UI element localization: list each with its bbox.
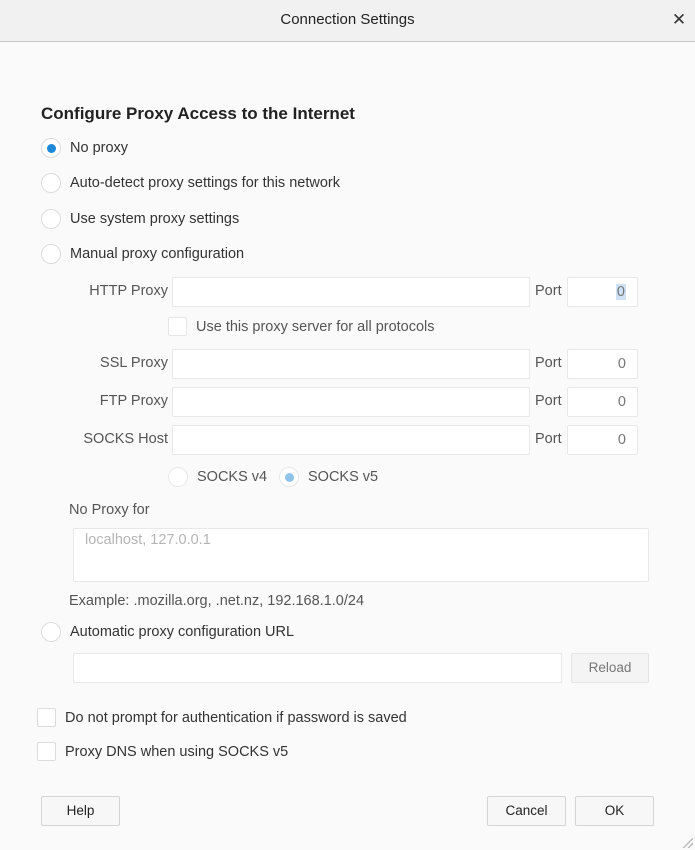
close-icon[interactable]: ✕ <box>669 10 689 30</box>
ftp-port-input[interactable]: 0 <box>567 387 638 417</box>
radio-label: No proxy <box>70 140 129 156</box>
checkbox[interactable] <box>37 708 56 727</box>
ftp-proxy-label: FTP Proxy <box>99 393 168 409</box>
no-auth-prompt-checkbox[interactable]: Do not prompt for authentication if pass… <box>37 708 407 727</box>
http-port-input[interactable]: 0 <box>567 277 638 307</box>
radio-label: Use system proxy settings <box>70 211 240 227</box>
radio-auto-detect[interactable]: Auto-detect proxy settings for this netw… <box>41 173 340 193</box>
http-port-label: Port <box>535 283 562 299</box>
radio-socks-v4[interactable]: SOCKS v4 <box>168 467 267 487</box>
checkbox[interactable] <box>37 742 56 761</box>
socks-port-label: Port <box>535 431 562 447</box>
socks-port-input[interactable]: 0 <box>567 425 638 455</box>
radio-button-checked[interactable] <box>41 138 61 158</box>
radio-no-proxy[interactable]: No proxy <box>41 138 128 158</box>
no-proxy-for-label: No Proxy for <box>69 502 150 518</box>
checkbox-label: Use this proxy server for all protocols <box>196 318 435 335</box>
checkbox[interactable] <box>168 317 187 336</box>
http-port-value: 0 <box>615 284 626 300</box>
radio-label: Automatic proxy configuration URL <box>70 624 295 640</box>
ok-button[interactable]: OK <box>575 796 654 826</box>
ftp-proxy-input[interactable] <box>172 387 530 417</box>
radio-auto-config-url[interactable]: Automatic proxy configuration URL <box>41 622 294 642</box>
radio-label: Auto-detect proxy settings for this netw… <box>70 175 340 191</box>
socks-host-label: SOCKS Host <box>83 431 168 447</box>
socks-host-input[interactable] <box>172 425 530 455</box>
radio-label: SOCKS v5 <box>308 469 379 485</box>
resize-grip-icon[interactable] <box>683 838 693 848</box>
help-button[interactable]: Help <box>41 796 120 826</box>
section-heading: Configure Proxy Access to the Internet <box>41 104 355 123</box>
radio-system-proxy[interactable]: Use system proxy settings <box>41 209 239 229</box>
http-proxy-input[interactable] <box>172 277 530 307</box>
ssl-port-label: Port <box>535 355 562 371</box>
no-proxy-for-textarea[interactable]: localhost, 127.0.0.1 <box>73 528 649 582</box>
radio-button[interactable] <box>41 209 61 229</box>
ssl-port-input[interactable]: 0 <box>567 349 638 379</box>
checkbox-label: Do not prompt for authentication if pass… <box>65 709 407 726</box>
radio-button[interactable] <box>41 244 61 264</box>
radio-button[interactable] <box>41 622 61 642</box>
ftp-port-label: Port <box>535 393 562 409</box>
radio-button[interactable] <box>168 467 188 487</box>
http-proxy-label: HTTP Proxy <box>89 283 168 299</box>
title-bar: Connection Settings ✕ <box>0 0 695 42</box>
auto-config-url-input[interactable] <box>73 653 562 683</box>
ssl-proxy-input[interactable] <box>172 349 530 379</box>
radio-socks-v5[interactable]: SOCKS v5 <box>279 467 378 487</box>
no-proxy-example-text: Example: .mozilla.org, .net.nz, 192.168.… <box>69 593 365 609</box>
radio-label: SOCKS v4 <box>197 469 268 485</box>
radio-button[interactable] <box>41 173 61 193</box>
reload-button[interactable]: Reload <box>571 653 649 683</box>
radio-button-checked[interactable] <box>279 467 299 487</box>
use-for-all-protocols-checkbox[interactable]: Use this proxy server for all protocols <box>168 317 435 336</box>
checkbox-label: Proxy DNS when using SOCKS v5 <box>65 743 289 760</box>
radio-label: Manual proxy configuration <box>70 246 245 262</box>
window-title: Connection Settings <box>280 11 415 28</box>
ssl-proxy-label: SSL Proxy <box>100 355 168 371</box>
radio-manual-proxy[interactable]: Manual proxy configuration <box>41 244 244 264</box>
proxy-dns-checkbox[interactable]: Proxy DNS when using SOCKS v5 <box>37 742 288 761</box>
cancel-button[interactable]: Cancel <box>487 796 566 826</box>
